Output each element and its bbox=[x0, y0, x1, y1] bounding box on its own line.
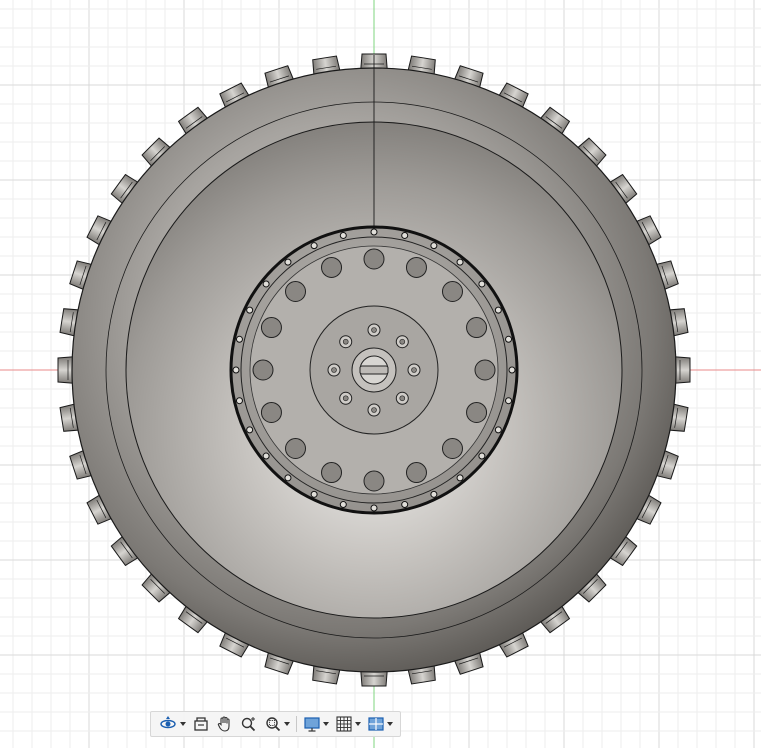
hub-bolt-center bbox=[411, 367, 417, 373]
orbit-button[interactable] bbox=[155, 713, 189, 735]
fit-button[interactable] bbox=[261, 713, 293, 735]
look-at-icon bbox=[194, 717, 208, 731]
rim-hole bbox=[285, 437, 307, 459]
rim-bolt bbox=[310, 242, 318, 250]
rim-hole bbox=[466, 401, 488, 423]
orbit-dropdown-caret[interactable] bbox=[180, 722, 186, 726]
rim-bolt bbox=[310, 490, 318, 498]
hub-bolt-center bbox=[399, 395, 406, 402]
orbit-icon bbox=[160, 716, 176, 729]
rim-bolt bbox=[478, 452, 486, 460]
rim-bolt bbox=[494, 426, 502, 434]
rim-bolt bbox=[235, 335, 243, 343]
look-at-button[interactable] bbox=[189, 713, 213, 735]
rim-hole bbox=[321, 256, 343, 278]
rim-bolt bbox=[478, 280, 486, 288]
rim-bolt bbox=[456, 474, 464, 482]
navigation-toolbar bbox=[150, 711, 401, 737]
rim-bolt bbox=[505, 335, 513, 343]
viewports-button[interactable] bbox=[364, 713, 396, 735]
rim-hole bbox=[441, 437, 463, 459]
toolbar-separator bbox=[296, 716, 297, 732]
rim-bolt bbox=[235, 397, 243, 405]
grid-icon bbox=[336, 716, 352, 732]
grid-dropdown-caret[interactable] bbox=[355, 722, 361, 726]
viewports-dropdown-caret[interactable] bbox=[387, 722, 393, 726]
zoom-fit-icon bbox=[266, 717, 281, 732]
rim-bolt bbox=[339, 231, 347, 239]
rim-bolt bbox=[508, 366, 516, 374]
hub-bolt-center bbox=[331, 367, 337, 373]
display-settings-button[interactable] bbox=[300, 713, 332, 735]
display-icon bbox=[304, 717, 320, 732]
rim-bolt bbox=[401, 501, 409, 509]
rim-hole bbox=[252, 359, 274, 381]
rim-bolt bbox=[456, 258, 464, 266]
fit-dropdown-caret[interactable] bbox=[284, 722, 290, 726]
rim-hole bbox=[260, 317, 282, 339]
model-scene[interactable] bbox=[0, 0, 761, 748]
zoom-icon bbox=[241, 717, 256, 732]
rim-hole bbox=[260, 401, 282, 423]
canvas-viewport[interactable] bbox=[0, 0, 761, 748]
display-dropdown-caret[interactable] bbox=[323, 722, 329, 726]
rim-bolt bbox=[262, 452, 270, 460]
hub-bolt-center bbox=[342, 395, 349, 402]
rim-hole bbox=[285, 281, 307, 303]
rim-bolt bbox=[401, 231, 409, 239]
rim-hole bbox=[363, 248, 385, 270]
rim-bolt bbox=[505, 397, 513, 405]
rim[interactable] bbox=[229, 225, 519, 515]
rim-bolt bbox=[370, 228, 378, 236]
rim-bolt bbox=[284, 474, 292, 482]
hub-bolt-center bbox=[399, 338, 406, 345]
rim-hole bbox=[405, 256, 427, 278]
pan-button[interactable] bbox=[213, 713, 237, 735]
rim-bolt bbox=[232, 366, 240, 374]
grid-settings-button[interactable] bbox=[332, 713, 364, 735]
rim-bolt bbox=[339, 501, 347, 509]
hub-bolt-center bbox=[371, 327, 377, 333]
rim-hole bbox=[363, 470, 385, 492]
rim-bolt bbox=[246, 426, 254, 434]
rim-bolt bbox=[246, 306, 254, 314]
rim-bolt bbox=[430, 490, 438, 498]
rim-hole bbox=[474, 359, 496, 381]
rim-bolt bbox=[262, 280, 270, 288]
pan-hand-icon bbox=[217, 716, 230, 732]
rim-bolt bbox=[284, 258, 292, 266]
rim-hole bbox=[405, 462, 427, 484]
hub-bolt-center bbox=[371, 407, 377, 413]
rim-hole bbox=[466, 317, 488, 339]
rim-bolt bbox=[494, 306, 502, 314]
rim-hole bbox=[441, 281, 463, 303]
zoom-button[interactable] bbox=[237, 713, 261, 735]
rim-hole bbox=[321, 462, 343, 484]
hub-cap-slot bbox=[359, 365, 389, 375]
rim-bolt bbox=[370, 504, 378, 512]
hub-bolt-center bbox=[342, 338, 349, 345]
viewports-icon bbox=[368, 717, 384, 731]
rim-bolt bbox=[430, 242, 438, 250]
